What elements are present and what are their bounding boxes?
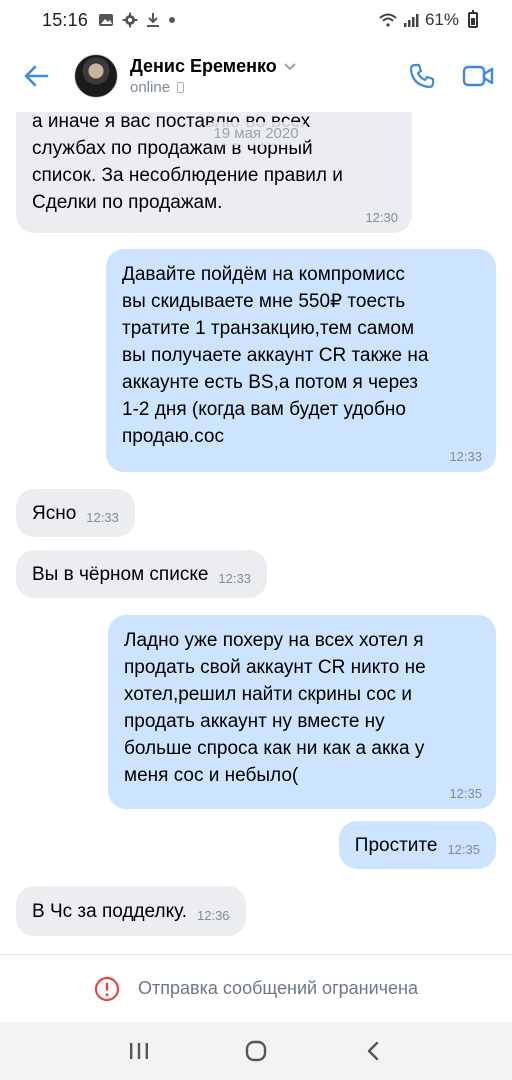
- message-text-line: Сделки по продажам.: [32, 192, 223, 213]
- chat-header: Денис Еременко online: [0, 40, 512, 112]
- message-time: 12:30: [365, 210, 398, 225]
- battery-icon: [468, 10, 478, 28]
- message-text-line: тратите 1 транзакцию,тем самом: [122, 318, 415, 339]
- video-call-button[interactable]: [458, 56, 498, 96]
- message-text: Простите: [354, 834, 438, 856]
- message-time: 12:33: [449, 449, 482, 464]
- message-text: Вы в чёрном списке: [32, 563, 209, 585]
- chevron-down-icon: [284, 62, 296, 70]
- message-text: В Чс за подделку.: [32, 900, 187, 922]
- messaging-restricted-banner: Отправка сообщений ограничена: [0, 954, 512, 1022]
- home-button[interactable]: [236, 1031, 276, 1071]
- contact-name: Денис Еременко: [130, 56, 277, 76]
- back-arrow-icon: [24, 65, 49, 87]
- message-text-line: меня сос и небыло(: [124, 765, 299, 786]
- message-text-line: 1-2 дня (когда вам будет удобно: [122, 399, 406, 420]
- dot-icon: [169, 17, 176, 23]
- warning-icon: [94, 976, 120, 1001]
- message-incoming[interactable]: Вы в чёрном списке 12:33: [16, 550, 267, 598]
- status-bar: 15:16 61%: [0, 0, 512, 40]
- back-nav-button[interactable]: [353, 1031, 393, 1071]
- avatar[interactable]: [74, 54, 118, 98]
- message-time: 12:33: [86, 510, 119, 525]
- message-outgoing[interactable]: Простите 12:35: [338, 821, 496, 869]
- date-separator: 19 мая 2020: [203, 122, 309, 145]
- back-icon: [368, 1041, 379, 1061]
- back-button[interactable]: [16, 56, 56, 96]
- download-icon: [147, 13, 160, 27]
- message-incoming[interactable]: В Чс за подделку. 12:36: [16, 886, 246, 936]
- status-time: 15:16: [42, 9, 89, 30]
- wifi-icon: [379, 13, 397, 27]
- message-outgoing[interactable]: Давайте пойдём на компромисс вы скидывае…: [106, 249, 496, 472]
- system-nav-bar: [0, 1022, 512, 1080]
- recent-apps-icon: [129, 1043, 148, 1059]
- message-text-line: продаю.сос: [122, 426, 224, 447]
- message-text-line: больше спроса как ни как а акка у: [124, 738, 425, 759]
- message-text-line: аккаунте есть BS,а потом я через: [122, 372, 419, 393]
- contact-status: online: [130, 79, 171, 96]
- restricted-text: Отправка сообщений ограничена: [138, 978, 418, 998]
- gear-icon: [122, 12, 138, 28]
- call-button[interactable]: [402, 56, 442, 96]
- signal-icon: [403, 14, 419, 27]
- message-text: Ясно: [32, 502, 77, 524]
- mobile-online-icon: [177, 82, 185, 93]
- message-incoming[interactable]: Ясно 12:33: [16, 489, 135, 537]
- contact-info[interactable]: Денис Еременко online: [130, 56, 297, 96]
- message-text-line: вы получаете аккаунт CR также на: [122, 345, 429, 366]
- image-icon: [99, 14, 114, 26]
- message-text-line: вы скидываете мне 550₽ тоесть: [122, 291, 406, 312]
- message-text-line: продать аккаунт ну вместе ну: [124, 711, 385, 732]
- message-outgoing[interactable]: Ладно уже похеру на всех хотел я продать…: [108, 615, 496, 809]
- video-icon: [462, 65, 494, 87]
- message-time: 12:36: [197, 908, 230, 923]
- recent-apps-button[interactable]: [119, 1031, 159, 1071]
- message-time: 12:35: [449, 786, 482, 801]
- battery-percent: 61%: [424, 10, 459, 29]
- message-list[interactable]: 19 мая 2020 а иначе я вас поставлю во вс…: [0, 112, 512, 954]
- message-time: 12:35: [447, 842, 480, 857]
- message-time: 12:33: [218, 571, 251, 586]
- home-icon: [245, 1040, 267, 1062]
- message-text-line: Давайте пойдём на компромисс: [122, 264, 405, 285]
- message-text-line: список. За несоблюдение правил и: [32, 165, 343, 186]
- phone-icon: [409, 63, 435, 89]
- message-text-line: хотел,решил найти скрины сос и: [124, 684, 412, 705]
- message-text-line: продать свой аккаунт CR никто не: [124, 657, 426, 678]
- message-text-line: Ладно уже похеру на всех хотел я: [124, 630, 424, 651]
